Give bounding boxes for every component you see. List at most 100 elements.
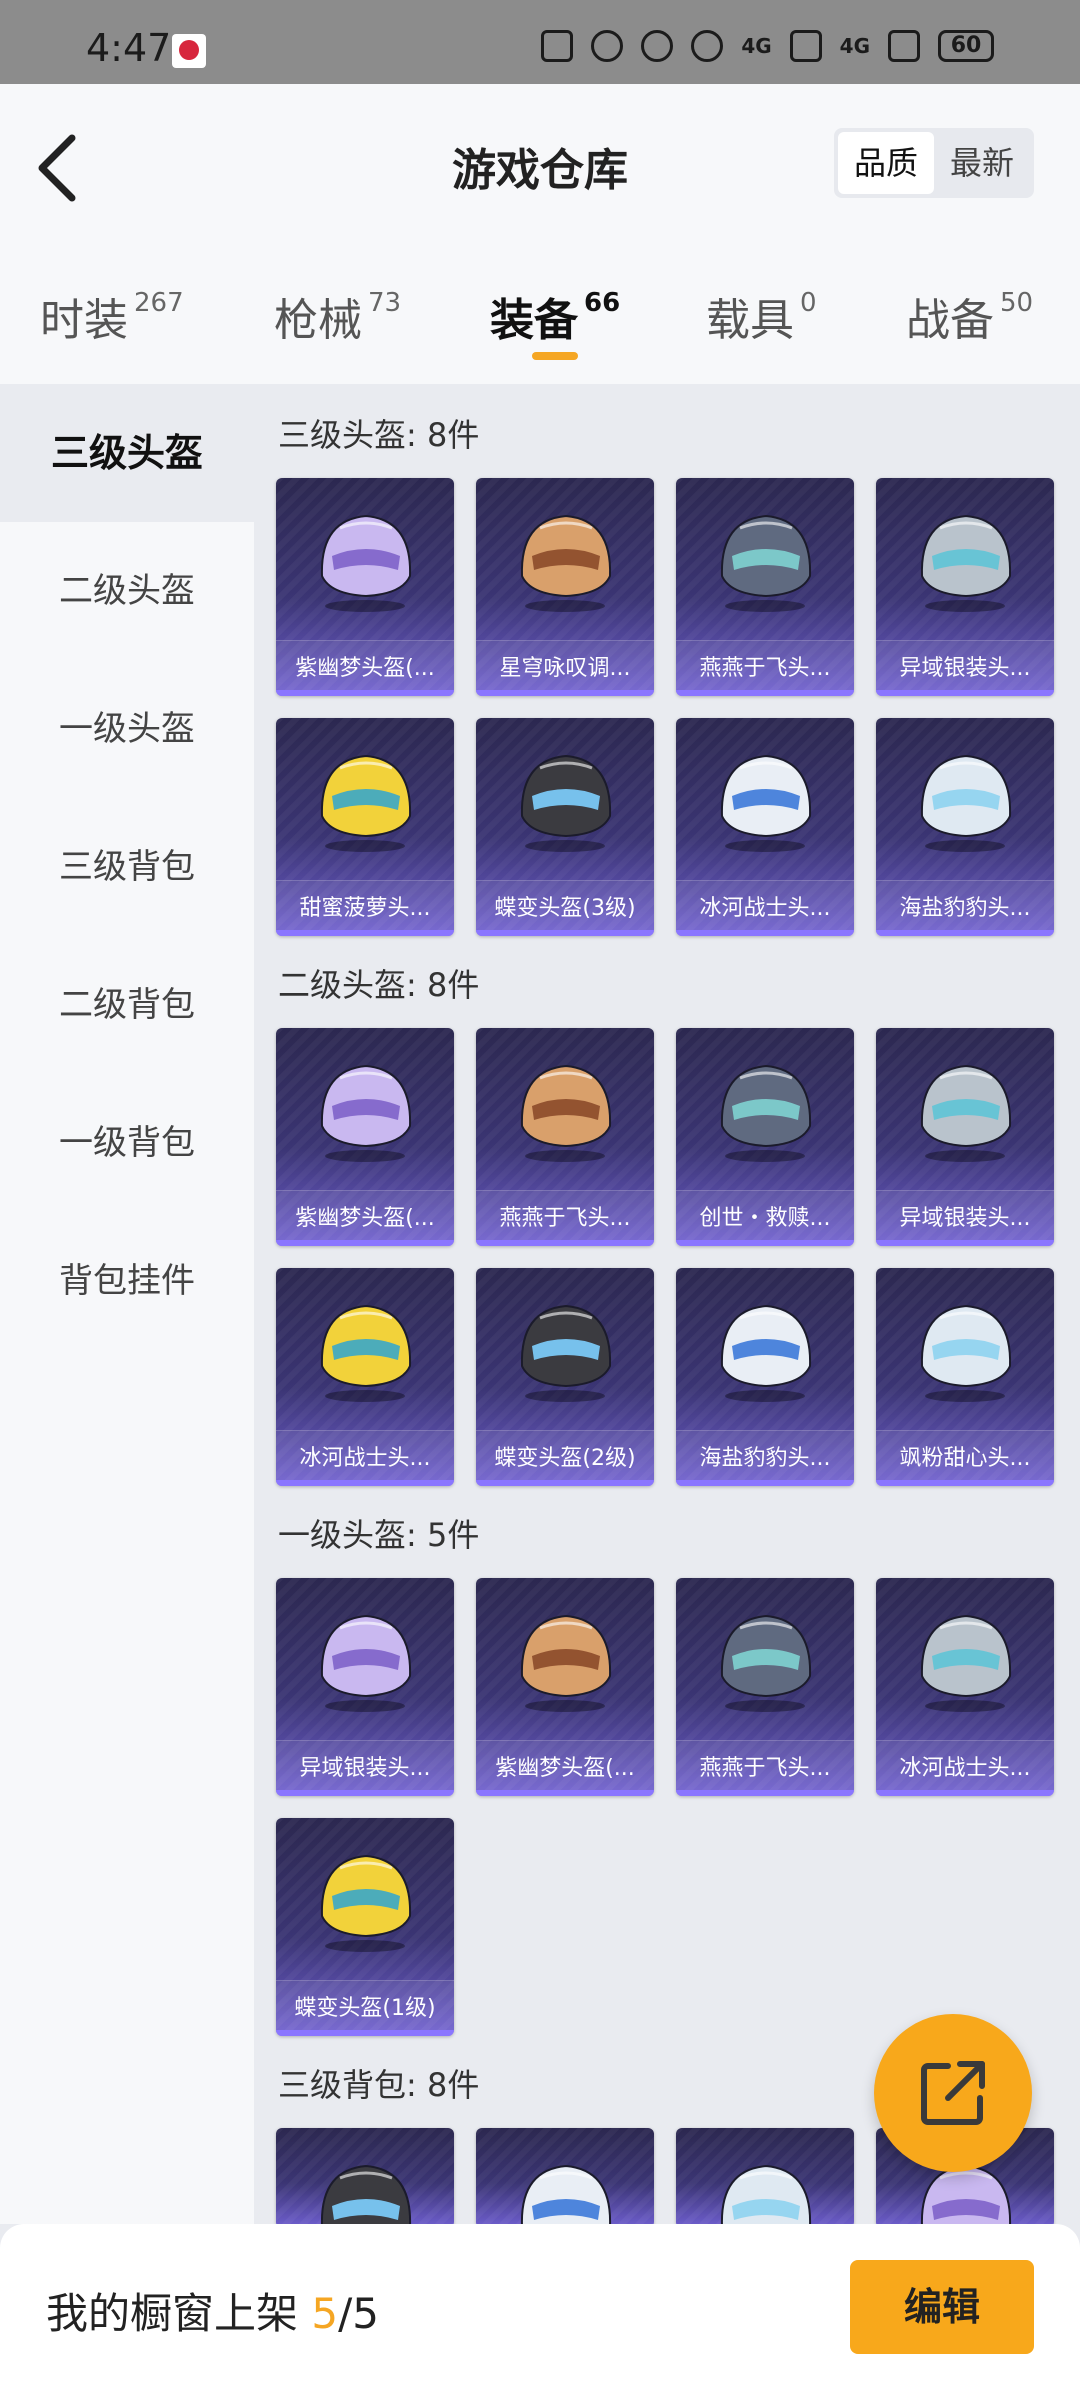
- item-label: 紫幽梦头盔(...: [276, 1190, 454, 1246]
- sidebar-item-level3-backpack[interactable]: 三级背包: [0, 798, 254, 936]
- sidebar-item-backpack-charm[interactable]: 背包挂件: [0, 1212, 254, 1350]
- showcase-count: 我的橱窗上架 5/5: [46, 2280, 379, 2341]
- item-card[interactable]: 燕燕于飞头...: [676, 1578, 854, 1796]
- item-card[interactable]: 紫幽梦头盔(...: [276, 478, 454, 696]
- rarity-bar: [676, 1480, 854, 1486]
- share-fab-button[interactable]: [874, 2014, 1032, 2172]
- tab-label: 战备: [906, 295, 994, 346]
- item-card[interactable]: [476, 2128, 654, 2224]
- item-card[interactable]: 海盐豹豹头...: [876, 718, 1054, 936]
- item-card[interactable]: 星穹咏叹调...: [476, 478, 654, 696]
- helmet-icon: [310, 1048, 420, 1168]
- helmet-icon: [710, 1048, 820, 1168]
- item-card[interactable]: 异域银装头...: [876, 478, 1054, 696]
- item-label: 甜蜜菠萝头...: [276, 880, 454, 936]
- item-label: 异域银装头...: [276, 1740, 454, 1796]
- item-card[interactable]: 冰河战士头...: [876, 1578, 1054, 1796]
- item-label: 海盐豹豹头...: [676, 1430, 854, 1486]
- helmet-icon: [710, 1598, 820, 1718]
- item-label: 燕燕于飞头...: [676, 640, 854, 696]
- rarity-bar: [676, 690, 854, 696]
- item-label: 创世・救赎...: [676, 1190, 854, 1246]
- edit-button[interactable]: 编辑: [850, 2260, 1034, 2354]
- item-card[interactable]: 冰河战士头...: [276, 1268, 454, 1486]
- category-tabs: 时装 267 枪械 73 装备 66 载具 0 战备 50: [0, 284, 1080, 374]
- share-external-icon: [921, 2061, 985, 2125]
- rarity-bar: [276, 1790, 454, 1796]
- sidebar-item-level1-backpack[interactable]: 一级背包: [0, 1074, 254, 1212]
- signal-bars-icon-2: [888, 30, 920, 62]
- sort-option-quality[interactable]: 品质: [838, 132, 934, 194]
- item-card[interactable]: 紫幽梦头盔(...: [276, 1028, 454, 1246]
- rarity-bar: [276, 2030, 454, 2036]
- item-card[interactable]: 燕燕于飞头...: [676, 478, 854, 696]
- item-card[interactable]: 蝶变头盔(3级): [476, 718, 654, 936]
- moon-icon: [641, 30, 674, 62]
- item-label: 燕燕于飞头...: [676, 1740, 854, 1796]
- helmet-icon: [310, 1288, 420, 1408]
- sidebar-item-level3-helmet[interactable]: 三级头盔: [0, 384, 254, 522]
- bottom-bar: 我的橱窗上架 5/5 编辑: [0, 2224, 1080, 2390]
- header: 游戏仓库 品质 最新 时装 267 枪械 73 装备 66 载具 0 战备 50: [0, 84, 1080, 384]
- showcase-total: 5: [352, 2289, 379, 2338]
- helmet-icon: [510, 498, 620, 618]
- item-card[interactable]: 甜蜜菠萝头...: [276, 718, 454, 936]
- sidebar-item-level1-helmet[interactable]: 一级头盔: [0, 660, 254, 798]
- tab-supplies[interactable]: 战备 50: [906, 284, 1033, 348]
- item-card[interactable]: 蝶变头盔(2级): [476, 1268, 654, 1486]
- helmet-icon: [310, 1838, 420, 1958]
- helmet-icon: [910, 1598, 1020, 1718]
- item-card[interactable]: 创世・救赎...: [676, 1028, 854, 1246]
- item-label: 异域银装头...: [876, 1190, 1054, 1246]
- item-label: 异域银装头...: [876, 640, 1054, 696]
- tab-count: 73: [368, 288, 402, 318]
- helmet-icon: [510, 1288, 620, 1408]
- app-notification-icon: [172, 34, 206, 68]
- tab-fashion[interactable]: 时装 267: [40, 284, 184, 348]
- rarity-bar: [876, 690, 1054, 696]
- item-label: 飒粉甜心头...: [876, 1430, 1054, 1486]
- rarity-bar: [876, 930, 1054, 936]
- item-card[interactable]: 紫幽梦头盔(...: [476, 1578, 654, 1796]
- section-title: 一级头盔: 5件: [278, 1516, 480, 1554]
- backpack-icon: [310, 2148, 420, 2224]
- tab-vehicles[interactable]: 载具 0: [706, 284, 817, 348]
- tab-label: 时装: [40, 295, 128, 346]
- item-label: 蝶变头盔(2级): [476, 1430, 654, 1486]
- helmet-icon: [910, 1288, 1020, 1408]
- helmet-icon: [910, 738, 1020, 858]
- tab-label: 装备: [490, 295, 578, 346]
- item-card[interactable]: [676, 2128, 854, 2224]
- sidebar-item-level2-backpack[interactable]: 二级背包: [0, 936, 254, 1074]
- active-tab-indicator: [532, 352, 578, 360]
- sort-option-newest[interactable]: 最新: [934, 132, 1030, 194]
- tab-count: 50: [1000, 288, 1034, 318]
- item-card[interactable]: 燕燕于飞头...: [476, 1028, 654, 1246]
- sidebar: 三级头盔 二级头盔 一级头盔 三级背包 二级背包 一级背包 背包挂件: [0, 384, 254, 2224]
- item-card[interactable]: 海盐豹豹头...: [676, 1268, 854, 1486]
- item-grid: 三级头盔: 8件 紫幽梦头盔(... 星穹咏叹调... 燕燕于飞头... 异域银…: [254, 384, 1080, 2224]
- item-label: 紫幽梦头盔(...: [476, 1740, 654, 1796]
- item-card[interactable]: 飒粉甜心头...: [876, 1268, 1054, 1486]
- item-card[interactable]: 冰河战士头...: [676, 718, 854, 936]
- rarity-bar: [676, 1240, 854, 1246]
- tab-count: 0: [800, 288, 817, 318]
- rarity-bar: [276, 690, 454, 696]
- item-card[interactable]: 异域银装头...: [876, 1028, 1054, 1246]
- tab-count: 66: [584, 288, 621, 318]
- battery-indicator: 60: [938, 30, 994, 62]
- item-card[interactable]: 异域银装头...: [276, 1578, 454, 1796]
- item-card[interactable]: [276, 2128, 454, 2224]
- rarity-bar: [476, 1240, 654, 1246]
- tab-count: 267: [134, 288, 184, 318]
- sidebar-item-level2-helmet[interactable]: 二级头盔: [0, 522, 254, 660]
- tab-weapons[interactable]: 枪械 73: [274, 284, 401, 348]
- wifi-icon: [691, 30, 724, 62]
- item-label: 蝶变头盔(3级): [476, 880, 654, 936]
- rarity-bar: [876, 1790, 1054, 1796]
- rarity-bar: [676, 1790, 854, 1796]
- rarity-bar: [276, 1240, 454, 1246]
- tab-equipment[interactable]: 装备 66: [490, 284, 620, 348]
- section-title: 二级头盔: 8件: [278, 966, 480, 1004]
- item-card[interactable]: 蝶变头盔(1级): [276, 1818, 454, 2036]
